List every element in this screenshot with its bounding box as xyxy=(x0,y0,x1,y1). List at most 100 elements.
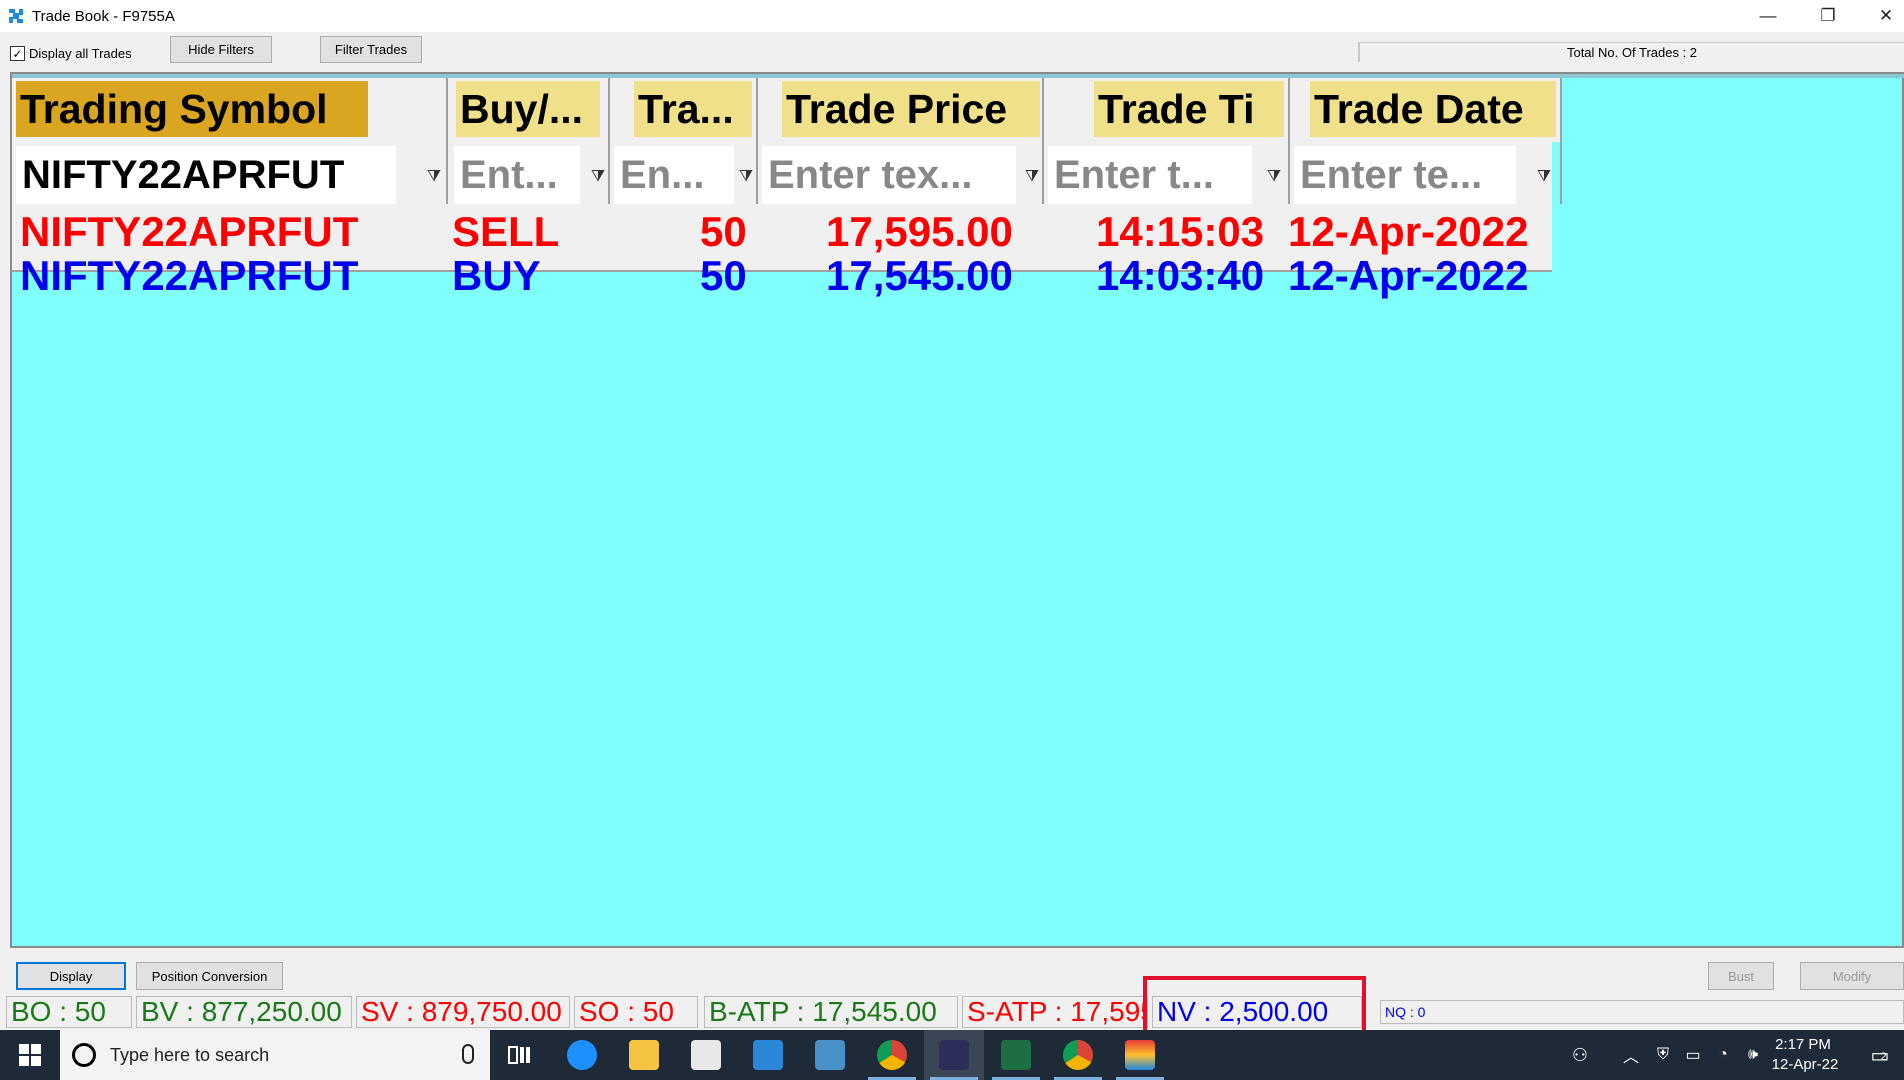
filter-trade-date-input[interactable]: Enter te... xyxy=(1294,146,1516,204)
position-conversion-button[interactable]: Position Conversion xyxy=(136,962,283,990)
start-button[interactable] xyxy=(0,1030,60,1080)
filter-funnel-icon[interactable]: ⧩ xyxy=(1536,166,1552,188)
filter-trade-qty-input[interactable]: En... xyxy=(614,146,734,204)
modify-button[interactable]: Modify xyxy=(1800,962,1904,990)
display-all-checkbox[interactable]: ✓ xyxy=(10,46,25,61)
tray-volume[interactable]: 🕪 xyxy=(1738,1030,1768,1080)
security-icon: ⛨ xyxy=(1656,1046,1669,1063)
window-title: Trade Book - F9755A xyxy=(32,7,175,25)
cell-symbol: NIFTY22APRFUT xyxy=(20,208,359,255)
wifi-icon: ◔ xyxy=(1718,1046,1728,1063)
app-window-icon xyxy=(1125,1040,1155,1070)
table-row[interactable]: NIFTY22APRFUT BUY 50 17,545.00 14:03:40 … xyxy=(12,252,1572,299)
app-icon xyxy=(9,9,23,23)
filter-funnel-icon[interactable]: ⧩ xyxy=(1024,166,1040,188)
people-button[interactable]: ⚇ xyxy=(1560,1030,1600,1080)
filter-funnel-icon[interactable]: ⧩ xyxy=(738,166,754,188)
header-trading-symbol[interactable]: Trading Symbol xyxy=(12,78,448,142)
cell-price: 17,595.00 xyxy=(826,208,1013,255)
store-icon xyxy=(691,1040,721,1070)
stat-buy-atp: B-ATP : 17,545.00 xyxy=(704,996,958,1028)
stat-sell-atp: S-ATP : 17,595.00 xyxy=(962,996,1148,1028)
filter-divider xyxy=(1560,142,1562,204)
cortana-icon xyxy=(72,1043,96,1067)
stat-sell-value: SV : 879,750.00 xyxy=(356,996,570,1028)
hide-filters-button[interactable]: Hide Filters xyxy=(170,36,272,63)
filter-funnel-icon[interactable]: ⧩ xyxy=(1266,166,1282,188)
clock-time[interactable]: 2:17 PM xyxy=(1768,1036,1838,1053)
header-trade-qty[interactable]: Tra... xyxy=(610,78,758,142)
display-all-label: Display all Trades xyxy=(29,46,132,61)
search-placeholder: Type here to search xyxy=(110,1044,270,1065)
stat-net-qty: NQ : 0 xyxy=(1380,1000,1904,1024)
tray-battery[interactable]: ▭ xyxy=(1678,1030,1708,1080)
filter-buy-sell-input[interactable]: Ent... xyxy=(454,146,580,204)
stat-buy-value: BV : 877,250.00 xyxy=(136,996,352,1028)
filter-divider xyxy=(1042,142,1044,204)
cell-time: 14:03:40 xyxy=(1096,252,1265,299)
taskbar-search[interactable]: Type here to search xyxy=(60,1030,490,1080)
tray-wifi[interactable]: ◔ xyxy=(1708,1030,1738,1080)
display-button[interactable]: Display xyxy=(16,962,126,990)
header-trade-price[interactable]: Trade Price xyxy=(758,78,1044,142)
stat-sell-orders: SO : 50 xyxy=(574,996,698,1028)
mail-app[interactable] xyxy=(738,1030,798,1080)
laptop-app[interactable] xyxy=(800,1030,860,1080)
header-buy-sell[interactable]: Buy/... xyxy=(448,78,610,142)
filter-divider xyxy=(1288,142,1290,204)
close-button[interactable]: ✕ xyxy=(1858,0,1904,32)
tray-expand-button[interactable]: ︿ xyxy=(1614,1030,1648,1080)
clock-date[interactable]: 12-Apr-22 xyxy=(1768,1056,1842,1073)
windows-logo-icon xyxy=(19,1044,41,1066)
cell-time: 14:15:03 xyxy=(1096,208,1265,255)
excel-app[interactable] xyxy=(986,1030,1046,1080)
filter-trading-symbol-input[interactable]: NIFTY22APRFUT xyxy=(16,146,396,204)
laptop-icon xyxy=(815,1040,845,1070)
filter-trade-price-input[interactable]: Enter tex... xyxy=(762,146,1016,204)
cell-symbol: NIFTY22APRFUT xyxy=(20,252,359,299)
filter-funnel-icon[interactable]: ⧩ xyxy=(590,166,606,188)
header-trade-date[interactable]: Trade Date xyxy=(1290,78,1562,142)
volume-icon: 🕪 xyxy=(1747,1046,1759,1063)
store-app[interactable] xyxy=(676,1030,736,1080)
filter-funnel-icon[interactable]: ⧩ xyxy=(426,166,442,188)
minimize-button[interactable]: — xyxy=(1740,0,1796,32)
task-view-button[interactable] xyxy=(490,1030,550,1080)
header-trade-date-label: Trade Date xyxy=(1310,81,1556,137)
cell-qty: 50 xyxy=(700,208,747,255)
bust-button[interactable]: Bust xyxy=(1708,962,1774,990)
trading-terminal-app[interactable] xyxy=(924,1030,984,1080)
other-app[interactable] xyxy=(1110,1030,1170,1080)
notification-center-button[interactable]: ▭ 2 xyxy=(1858,1030,1902,1080)
excel-icon xyxy=(1001,1040,1031,1070)
edge-app[interactable] xyxy=(552,1030,612,1080)
filter-trades-button[interactable]: Filter Trades xyxy=(320,36,422,63)
cell-price: 17,545.00 xyxy=(826,252,1013,299)
bottom-panel: Display Position Conversion Bust Modify … xyxy=(0,952,1904,1030)
header-trade-time[interactable]: Trade Ti xyxy=(1044,78,1290,142)
mail-icon xyxy=(753,1040,783,1070)
file-explorer-app[interactable] xyxy=(614,1030,674,1080)
cell-side: SELL xyxy=(452,208,560,255)
chrome-app[interactable] xyxy=(862,1030,922,1080)
display-all-trades-toggle[interactable]: ✓ Display all Trades xyxy=(10,46,132,61)
filter-trade-time-input[interactable]: Enter t... xyxy=(1048,146,1252,204)
chrome-profile-app[interactable] xyxy=(1048,1030,1108,1080)
notification-count: 2 xyxy=(1880,1050,1887,1063)
filter-divider xyxy=(446,142,448,204)
header-buy-sell-label: Buy/... xyxy=(456,81,600,137)
title-bar: Trade Book - F9755A — ❐ ✕ xyxy=(0,0,1904,32)
notification-icon: ▭ 2 xyxy=(1870,1044,1890,1067)
folder-icon xyxy=(629,1040,659,1070)
chrome-profile-icon xyxy=(1063,1040,1093,1070)
cell-qty: 50 xyxy=(700,252,747,299)
filter-divider xyxy=(756,142,758,204)
maximize-button[interactable]: ❐ xyxy=(1800,0,1856,32)
microphone-icon[interactable] xyxy=(462,1044,474,1064)
trade-grid: Trading Symbol Buy/... Tra... Trade Pric… xyxy=(10,72,1904,948)
tray-security[interactable]: ⛨ xyxy=(1648,1030,1678,1080)
stat-buy-orders: BO : 50 xyxy=(6,996,132,1028)
header-trade-time-label: Trade Ti xyxy=(1094,81,1284,137)
table-row[interactable]: NIFTY22APRFUT SELL 50 17,595.00 14:15:03… xyxy=(12,208,1572,255)
people-icon: ⚇ xyxy=(1571,1044,1589,1065)
